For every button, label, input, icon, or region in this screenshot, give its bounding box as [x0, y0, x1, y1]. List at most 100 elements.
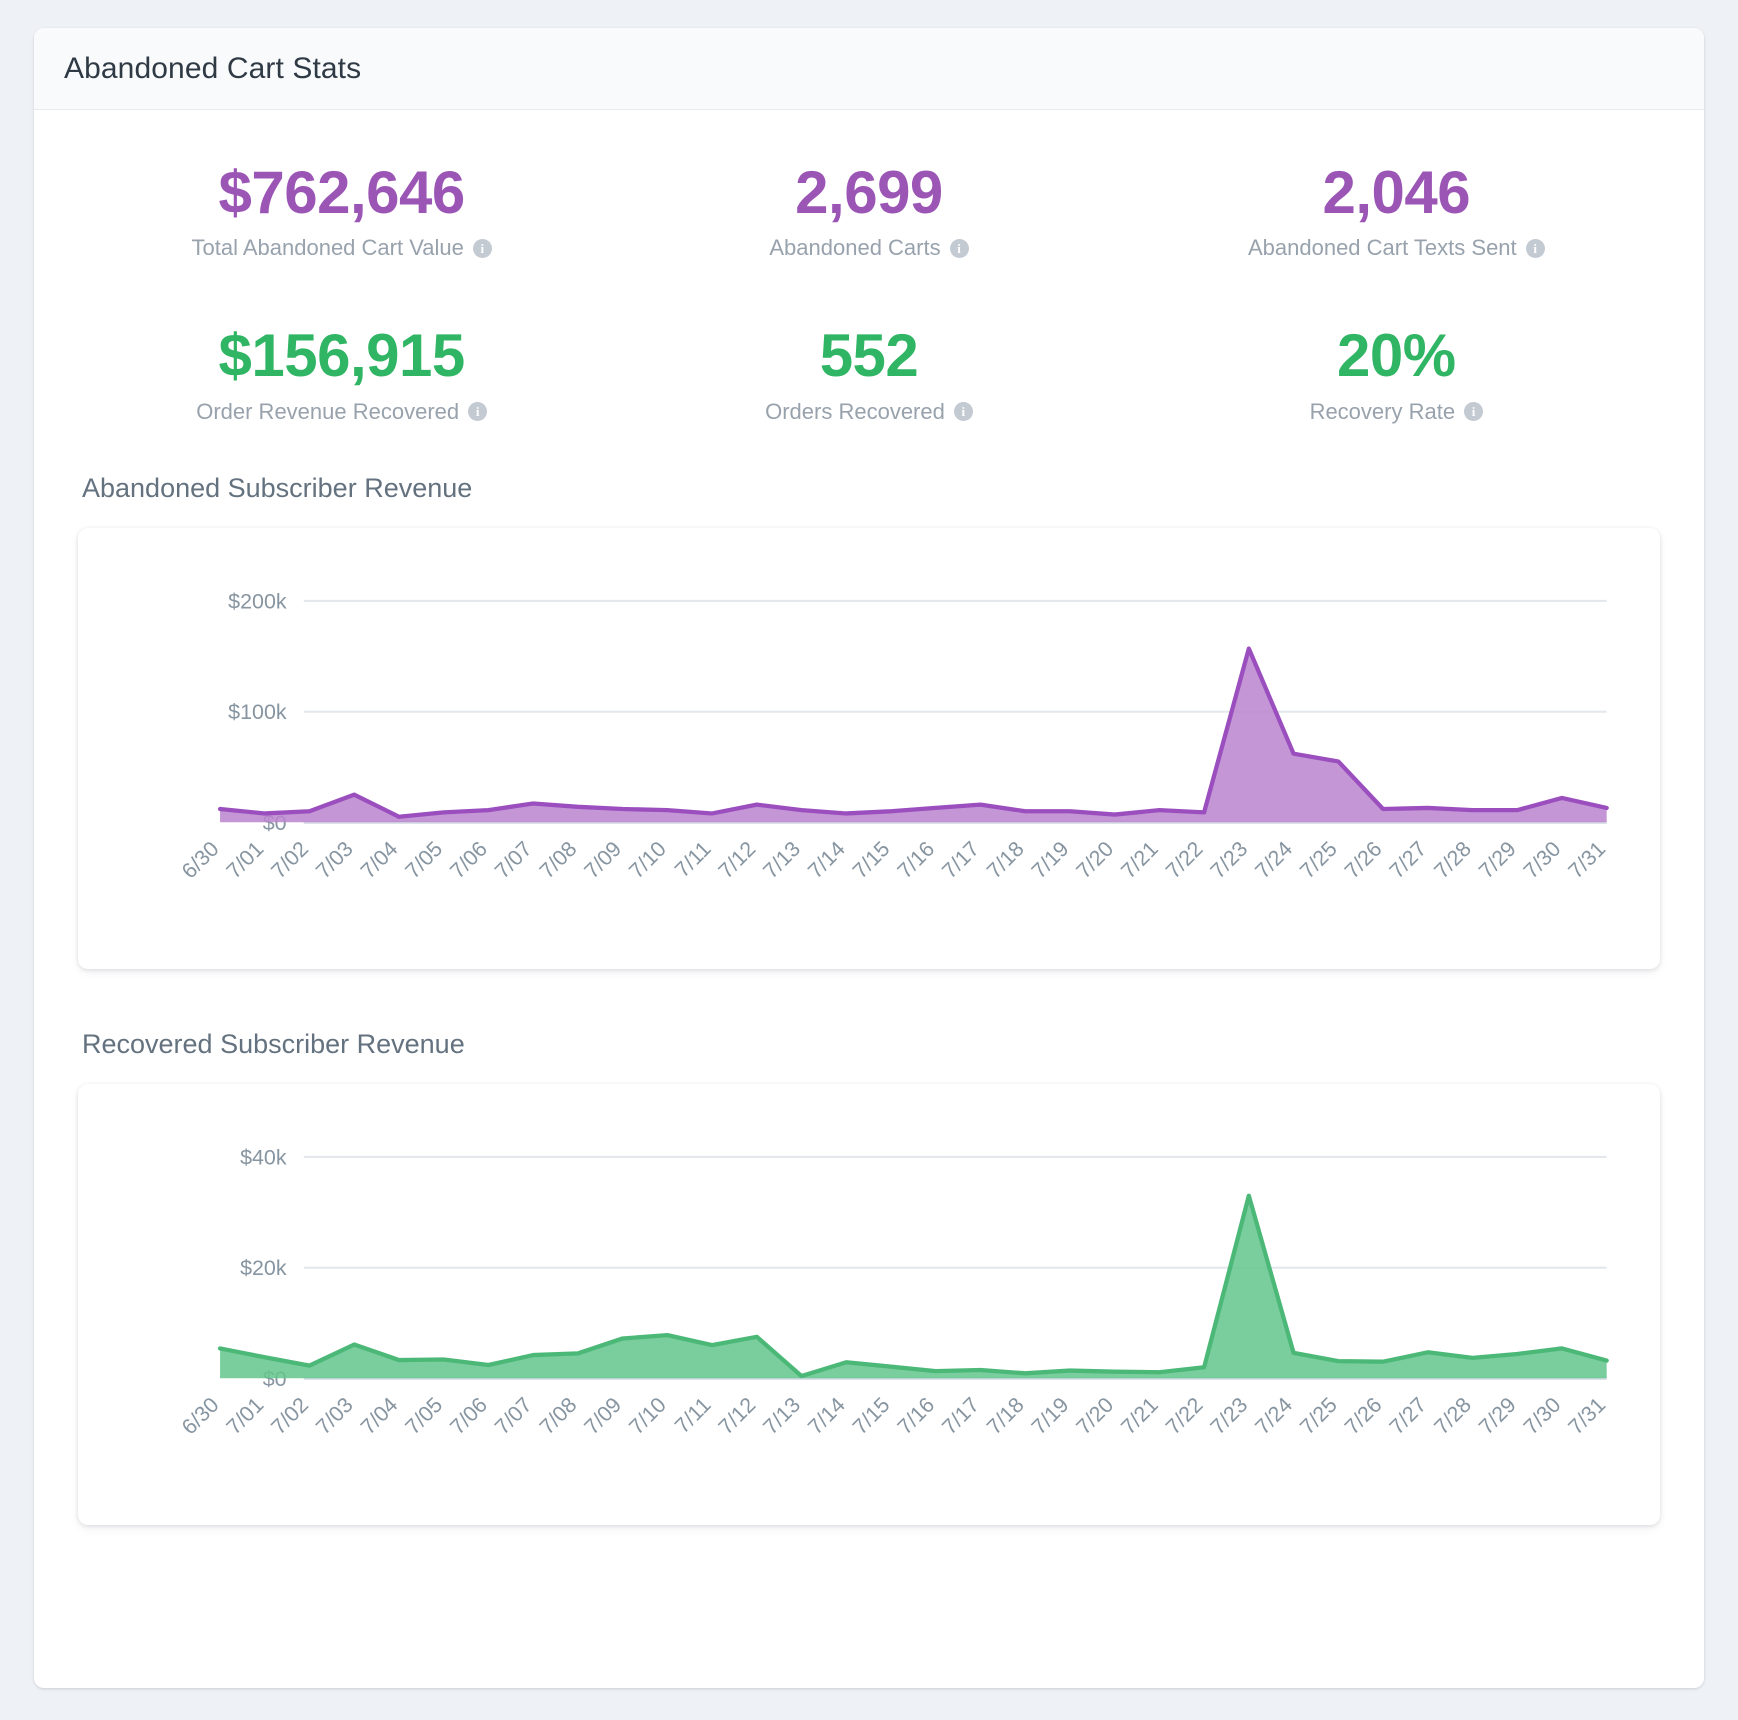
x-axis-tick-label: 7/01: [222, 1393, 269, 1440]
stat-label-row: Abandoned Carts i: [605, 235, 1132, 261]
x-axis-tick-label: 7/11: [670, 837, 715, 882]
x-axis-tick-label: 7/09: [580, 1393, 627, 1440]
stat-card: 2,699 Abandoned Carts i: [605, 159, 1132, 261]
stat-label: Recovery Rate: [1309, 398, 1456, 424]
x-axis-tick-label: 7/09: [580, 837, 627, 884]
x-axis-tick-label: 7/11: [670, 1393, 715, 1438]
x-axis-tick-label: 7/25: [1295, 1393, 1342, 1440]
stat-label-row: Recovery Rate i: [1133, 399, 1660, 425]
x-axis-tick-label: 7/22: [1161, 1393, 1208, 1440]
stat-card: $156,915 Order Revenue Recovered i: [78, 324, 605, 425]
x-axis-tick-label: 7/23: [1206, 837, 1253, 884]
chart-title-abandoned: Abandoned Subscriber Revenue: [82, 472, 473, 503]
stat-label-row: Total Abandoned Cart Value i: [78, 235, 605, 261]
x-axis-tick-label: 7/02: [267, 1393, 314, 1440]
x-axis-tick-label: 7/30: [1519, 837, 1566, 884]
x-axis-tick-label: 6/30: [177, 1393, 224, 1440]
x-axis-tick-label: 7/05: [401, 1393, 448, 1440]
x-axis-tick-label: 7/19: [1027, 1393, 1074, 1440]
chart-title-recovered: Recovered Subscriber Revenue: [82, 1028, 465, 1059]
x-axis-tick-label: 7/04: [356, 837, 403, 884]
chart-line: [217, 646, 1609, 819]
x-axis-tick-label: 7/19: [1027, 837, 1074, 884]
stat-label: Abandoned Cart Texts Sent: [1247, 235, 1517, 261]
x-axis-tick-label: 7/21: [1116, 837, 1163, 884]
x-axis-tick-label: 7/28: [1430, 837, 1477, 884]
stat-value: 2,699: [795, 159, 943, 226]
x-axis-tick-label: 7/17: [937, 1393, 984, 1440]
x-axis-tick-label: 7/20: [1072, 1393, 1119, 1440]
info-icon[interactable]: i: [472, 238, 492, 258]
x-axis-tick-label: 7/18: [982, 1393, 1029, 1440]
x-axis-tick-label: 7/12: [714, 837, 761, 884]
info-icon[interactable]: i: [949, 238, 969, 258]
page-title: Abandoned Cart Stats: [64, 52, 362, 85]
x-axis-tick-label: 7/18: [982, 837, 1029, 884]
x-axis-tick-label: 7/31: [1564, 1393, 1611, 1440]
chart-svg: $0$20k$40k6/307/017/027/037/047/057/067/…: [177, 1145, 1611, 1440]
chart-section-recovered: Recovered Subscriber Revenue $0 $20k $40k 6…: [78, 1029, 1660, 1525]
x-axis-tick-label: 7/01: [222, 837, 269, 884]
stat-value: 20%: [1337, 322, 1456, 390]
stat-card: 552 Orders Recovered i: [605, 324, 1132, 425]
x-axis-tick-label: 7/24: [1251, 837, 1298, 884]
info-icon[interactable]: i: [468, 402, 488, 422]
stat-value: $762,646: [218, 159, 466, 226]
x-axis-tick-label: 7/13: [759, 837, 806, 884]
x-axis-tick-label: 7/26: [1340, 837, 1387, 884]
x-axis-tick-label: 7/30: [1519, 1393, 1566, 1440]
stat-card: 20% Recovery Rate i: [1133, 322, 1660, 425]
chart-section-abandoned: Abandoned Subscriber Revenue $0 $100k $200…: [78, 473, 1660, 969]
x-axis-tick-label: 7/25: [1295, 837, 1342, 884]
x-axis-tick-label: 7/27: [1385, 837, 1432, 884]
x-axis-tick-label: 7/15: [848, 1393, 895, 1440]
x-axis-tick-label: 7/28: [1430, 1393, 1477, 1440]
x-axis-tick-label: 7/17: [937, 837, 984, 884]
x-axis-tick-label: 7/02: [267, 837, 314, 884]
x-axis-tick-label: 7/06: [445, 837, 492, 884]
x-axis-tick-label: 7/16: [893, 1393, 940, 1440]
stat-label-row: Orders Recovered i: [605, 399, 1132, 425]
x-axis-tick-label: 7/21: [1116, 1393, 1163, 1440]
chart-card-abandoned: $0 $100k $200k 6/30 7/01 7/02 7/03 7/04 7/05 7/06…: [78, 527, 1660, 969]
stat-card: 2,046 Abandoned Cart Texts Sent i: [1133, 159, 1660, 261]
info-icon[interactable]: i: [1464, 402, 1484, 422]
x-axis-tick-label: 7/15: [848, 837, 895, 884]
x-axis-tick-label: 6/30: [177, 837, 224, 884]
x-axis-tick-label: 7/05: [401, 837, 448, 884]
x-axis-tick-label: 7/04: [356, 1393, 403, 1440]
stat-label: Total Abandoned Cart Value: [191, 235, 464, 261]
x-axis-tick-label: 7/10: [624, 837, 671, 884]
y-axis-tick-label: $20k: [240, 1256, 287, 1280]
x-axis-tick-label: 7/10: [624, 1393, 671, 1440]
x-axis-tick-label: 7/03: [311, 1393, 358, 1440]
stat-label-row: Abandoned Cart Texts Sent i: [1133, 235, 1660, 261]
y-axis-tick-label: $40k: [240, 1145, 287, 1169]
x-axis-tick-label: 7/23: [1206, 1393, 1253, 1440]
info-icon[interactable]: i: [1525, 238, 1545, 258]
x-axis-tick-label: 7/07: [490, 1393, 537, 1440]
stat-value: 2,046: [1322, 159, 1471, 226]
x-axis-tick-label: 7/20: [1072, 837, 1119, 884]
stats-grid: $762,646 Total Abandoned Cart Value i 2,699…: [78, 144, 1660, 467]
info-icon[interactable]: i: [953, 402, 973, 422]
x-axis-tick-label: 7/08: [535, 1393, 582, 1440]
x-axis-tick-label: 7/13: [759, 1393, 806, 1440]
stat-label: Abandoned Carts: [769, 235, 941, 261]
chart-area-fill: [220, 648, 1607, 823]
chart-line: [217, 1193, 1609, 1379]
x-axis-tick-label: 7/12: [714, 1393, 761, 1440]
stat-label: Orders Recovered: [765, 398, 945, 424]
stat-label-row: Order Revenue Recovered i: [78, 399, 605, 425]
x-axis-tick-label: 7/31: [1564, 837, 1611, 884]
chart-recovered-subscriber-revenue[interactable]: $0 $20k $40k 6/30 7/01 7/02 7/03 7/04 7/05 7/06 7/…: [102, 1110, 1626, 1507]
x-axis-tick-label: 7/16: [893, 837, 940, 884]
x-axis-tick-label: 7/14: [803, 1393, 850, 1440]
chart-abandoned-subscriber-revenue[interactable]: $0 $100k $200k 6/30 7/01 7/02 7/03 7/04 7/05 7/06…: [102, 554, 1626, 951]
chart-svg: $0$100k$200k6/307/017/027/037/047/057/06…: [177, 589, 1611, 884]
x-axis-tick-label: 7/07: [490, 837, 537, 884]
chart-area-fill: [220, 1195, 1607, 1379]
x-axis-tick-label: 7/27: [1385, 1393, 1432, 1440]
card-body: $762,646 Total Abandoned Cart Value i 2,699…: [34, 110, 1704, 1565]
x-axis-tick-label: 7/26: [1340, 1393, 1387, 1440]
